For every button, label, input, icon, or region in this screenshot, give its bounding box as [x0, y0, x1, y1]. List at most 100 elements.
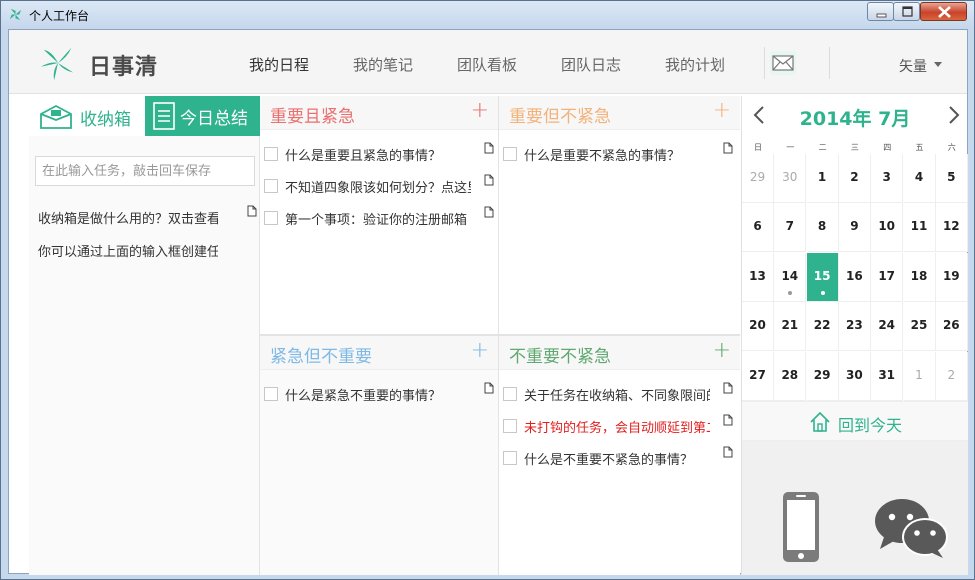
calendar-day[interactable]: 2: [838, 154, 871, 203]
calendar-day[interactable]: 1: [806, 154, 839, 203]
task-text[interactable]: 不知道四象限该如何划分？点这里: [285, 177, 471, 196]
quadrant-title: 不重要不紧急: [509, 347, 611, 367]
caret-down-icon[interactable]: [934, 62, 942, 67]
calendar-day[interactable]: 19: [935, 252, 968, 302]
top-nav: 日事清 我的日程 我的笔记 团队看板 团队日志 我的计划 矢量: [9, 30, 967, 94]
wechat-icon[interactable]: [874, 497, 949, 559]
task-text[interactable]: 什么是紧急不重要的事情？: [285, 385, 471, 404]
task-text[interactable]: 什么是重要不紧急的事情？: [524, 145, 710, 164]
task-item[interactable]: 未打钩的任务，会自动顺延到第二天: [503, 414, 733, 436]
tab-team-log[interactable]: 团队日志: [561, 54, 621, 75]
doc-icon[interactable]: [723, 446, 733, 458]
back-to-today-button[interactable]: 回到今天: [742, 401, 968, 441]
doc-icon[interactable]: [484, 142, 494, 154]
calendar-day[interactable]: 18: [903, 252, 936, 302]
tab-my-plan[interactable]: 我的计划: [665, 54, 725, 75]
task-item[interactable]: 关于任务在收纳箱、不同象限间的拖动: [503, 382, 733, 404]
inbox-item[interactable]: 你可以通过上面的输入框创建任务: [38, 241, 218, 260]
minimize-button[interactable]: [867, 2, 894, 21]
doc-icon[interactable]: [723, 142, 733, 154]
calendar-day[interactable]: 31: [871, 351, 904, 401]
mail-icon[interactable]: [769, 50, 797, 76]
chevron-right-icon[interactable]: [947, 106, 961, 124]
calendar-day[interactable]: 29: [806, 351, 839, 401]
calendar-day[interactable]: 4: [903, 154, 936, 203]
calendar-day[interactable]: 22: [806, 302, 839, 352]
calendar-day[interactable]: 11: [903, 203, 936, 253]
task-checkbox[interactable]: [264, 387, 278, 401]
calendar-day[interactable]: 6: [742, 203, 774, 253]
calendar-day[interactable]: 3: [871, 154, 904, 203]
task-checkbox[interactable]: [503, 387, 517, 401]
calendar-day[interactable]: 25: [903, 302, 936, 352]
task-checkbox[interactable]: [503, 147, 517, 161]
task-item[interactable]: 什么是重要且紧急的事情？: [264, 142, 494, 164]
task-item[interactable]: 不知道四象限该如何划分？点这里: [264, 174, 494, 196]
add-task-button[interactable]: +: [471, 98, 489, 123]
add-task-button[interactable]: +: [471, 338, 489, 363]
calendar-day[interactable]: 1: [903, 351, 936, 401]
inbox-icon: [40, 104, 72, 129]
calendar-day[interactable]: 30: [838, 351, 871, 401]
doc-icon[interactable]: [723, 382, 733, 394]
task-checkbox[interactable]: [264, 179, 278, 193]
calendar-day-today[interactable]: 15: [806, 252, 839, 302]
tab-my-schedule[interactable]: 我的日程: [249, 54, 309, 75]
task-checkbox[interactable]: [264, 147, 278, 161]
mobile-phone-icon[interactable]: [782, 491, 820, 563]
calendar-day[interactable]: 21: [774, 302, 807, 352]
doc-icon[interactable]: [723, 414, 733, 426]
calendar-day[interactable]: 30: [774, 154, 807, 203]
calendar-day[interactable]: 9: [838, 203, 871, 253]
calendar-day[interactable]: 17: [871, 252, 904, 302]
task-text[interactable]: 关于任务在收纳箱、不同象限间的拖动: [524, 385, 710, 404]
maximize-button[interactable]: [893, 2, 920, 21]
task-item[interactable]: 什么是重要不紧急的事情？: [503, 142, 733, 164]
title-bar[interactable]: 个人工作台: [1, 1, 974, 29]
user-menu[interactable]: 矢量: [899, 56, 927, 76]
add-task-button[interactable]: +: [713, 338, 731, 363]
calendar-day-number: 11: [910, 219, 928, 234]
calendar-day[interactable]: 14: [774, 252, 807, 302]
tab-team-board[interactable]: 团队看板: [457, 54, 517, 75]
task-checkbox[interactable]: [264, 211, 278, 225]
doc-icon[interactable]: [484, 382, 494, 394]
calendar-day[interactable]: 10: [871, 203, 904, 253]
task-checkbox[interactable]: [503, 451, 517, 465]
calendar-day[interactable]: 23: [838, 302, 871, 352]
add-task-button[interactable]: +: [713, 98, 731, 123]
task-text[interactable]: 什么是重要且紧急的事情？: [285, 145, 471, 164]
inbox-tab[interactable]: 收纳箱: [29, 96, 145, 136]
inbox-item[interactable]: 收纳箱是做什么用的？双击查看详情: [38, 208, 218, 227]
calendar-day[interactable]: 24: [871, 302, 904, 352]
logo-icon: [40, 47, 74, 81]
calendar-day-number: 5: [947, 170, 956, 184]
calendar-day[interactable]: 2: [935, 351, 968, 401]
task-text[interactable]: 什么是不重要不紧急的事情？: [524, 449, 710, 468]
calendar-day[interactable]: 12: [935, 203, 968, 253]
tab-my-notes[interactable]: 我的笔记: [353, 54, 413, 75]
calendar-day[interactable]: 28: [774, 351, 807, 401]
daily-summary-tab[interactable]: 今日总结: [145, 96, 260, 136]
calendar-day[interactable]: 29: [742, 154, 774, 203]
task-item[interactable]: 什么是紧急不重要的事情？: [264, 382, 494, 404]
task-input[interactable]: [35, 156, 255, 186]
close-button[interactable]: [920, 2, 967, 21]
task-text[interactable]: 第一个事项：验证你的注册邮箱: [285, 209, 471, 228]
calendar-day[interactable]: 7: [774, 203, 807, 253]
doc-icon[interactable]: [484, 206, 494, 218]
calendar-day[interactable]: 27: [742, 351, 774, 401]
calendar-day[interactable]: 5: [935, 154, 968, 203]
task-checkbox[interactable]: [503, 419, 517, 433]
task-item[interactable]: 第一个事项：验证你的注册邮箱: [264, 206, 494, 228]
calendar-day[interactable]: 26: [935, 302, 968, 352]
calendar-day[interactable]: 16: [838, 252, 871, 302]
calendar-day[interactable]: 20: [742, 302, 774, 352]
calendar-day-number: 14: [781, 268, 799, 283]
doc-icon[interactable]: [247, 205, 257, 217]
task-text[interactable]: 未打钩的任务，会自动顺延到第二天: [524, 417, 710, 436]
calendar-day[interactable]: 13: [742, 252, 774, 302]
doc-icon[interactable]: [484, 174, 494, 186]
calendar-day[interactable]: 8: [806, 203, 839, 253]
task-item[interactable]: 什么是不重要不紧急的事情？: [503, 446, 733, 468]
